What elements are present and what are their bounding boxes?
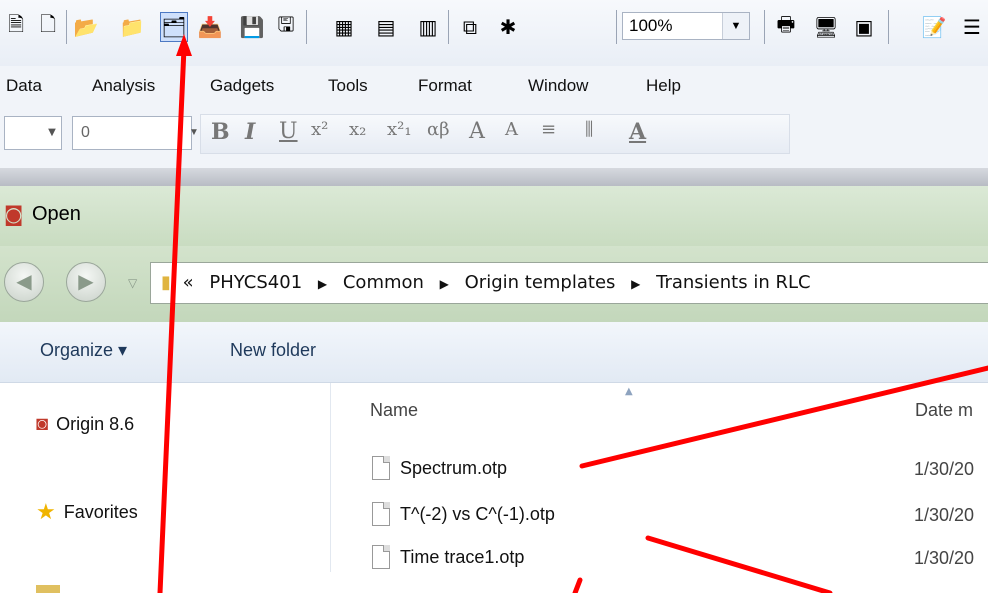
- organize-button[interactable]: Organize ▾: [40, 340, 127, 361]
- file-date: 1/30/20: [914, 548, 975, 568]
- toolbar-separator: [448, 10, 449, 44]
- dialog-titlebar: ◙ Open: [0, 186, 988, 246]
- origin-app-icon: ◙: [36, 413, 49, 435]
- zoom-select[interactable]: 100% ▼: [622, 12, 750, 40]
- format-buttons: B I U x² x₂ x²₁ αβ A A ≡ ⫼ A: [200, 114, 790, 154]
- menu-data[interactable]: Data: [6, 76, 42, 96]
- command-bar: Organize ▾ New folder: [0, 322, 988, 383]
- toolbar-separator: [616, 10, 617, 44]
- notes-icon[interactable]: 📝: [920, 12, 948, 42]
- open-folder-icon[interactable]: 📂: [72, 12, 100, 42]
- open-excel-icon[interactable]: 📁: [118, 12, 146, 42]
- toolbar-separator: [764, 10, 765, 44]
- superscript-icon[interactable]: x²: [311, 119, 328, 140]
- star-icon: ★: [36, 499, 56, 524]
- column-header-date[interactable]: Date m: [915, 400, 973, 421]
- file-name: Spectrum.otp: [400, 457, 508, 478]
- window-divider: [0, 168, 988, 186]
- file-icon: [372, 456, 390, 480]
- file-date: 1/30/20: [914, 459, 975, 479]
- back-button[interactable]: ◀: [4, 262, 44, 302]
- underline-icon[interactable]: U: [279, 119, 298, 144]
- menu-window[interactable]: Window: [528, 76, 588, 96]
- folder-icon: ▮: [161, 272, 171, 293]
- recalculate-icon[interactable]: ✱: [494, 12, 522, 42]
- folder-icon: [36, 585, 60, 593]
- import-icon[interactable]: 📥: [196, 12, 224, 42]
- save-template-icon[interactable]: 🖫: [272, 12, 300, 42]
- font-name-select[interactable]: ▼: [4, 116, 62, 150]
- file-name: T^(-2) vs C^(-1).otp: [400, 503, 555, 524]
- menu-bar: Data Analysis Gadgets Tools Format Windo…: [0, 66, 988, 108]
- font-color-icon[interactable]: A: [629, 119, 646, 145]
- font-size-value: 0: [81, 124, 90, 141]
- nav-item-origin[interactable]: ◙ Origin 8.6: [36, 413, 134, 436]
- file-row[interactable]: Time trace1.otp: [372, 545, 524, 569]
- decrease-font-icon[interactable]: A: [505, 119, 518, 140]
- chevron-down-icon[interactable]: ▼: [43, 117, 61, 149]
- main-toolbar: 🗎 🗋 📂 🗂 📁 📥 💾 🖫 ▦ ▤ ▥ ⧉ ✱ 100% ▼ 🖶 🖥 ▣ 📝…: [0, 0, 988, 67]
- print-icon[interactable]: 🖶: [772, 12, 800, 42]
- nav-item-label: Origin 8.6: [56, 414, 135, 434]
- breadcrumb-arrow-icon[interactable]: ▶: [631, 277, 640, 291]
- presentation-icon[interactable]: ▣: [850, 12, 878, 42]
- breadcrumb-prefix[interactable]: «: [183, 272, 194, 293]
- breadcrumb-common[interactable]: Common: [343, 272, 424, 293]
- increase-font-icon[interactable]: A: [469, 119, 485, 144]
- address-bar[interactable]: ▮ « PHYCS401 ▶ Common ▶ Origin templates…: [150, 262, 988, 304]
- chevron-down-icon[interactable]: ▼: [722, 13, 749, 39]
- menu-analysis[interactable]: Analysis: [92, 76, 155, 96]
- toolbar-separator: [306, 10, 307, 44]
- nav-item-label: Favorites: [63, 501, 138, 522]
- results-log-icon[interactable]: ☰: [958, 12, 986, 42]
- menu-help[interactable]: Help: [646, 76, 681, 96]
- toolbar-separator: [66, 10, 67, 44]
- sort-ascending-icon: ▲: [625, 386, 633, 397]
- align-left-icon[interactable]: ≡: [541, 119, 556, 140]
- breadcrumb-origin-templates[interactable]: Origin templates: [465, 272, 616, 293]
- file-icon: [372, 545, 390, 569]
- file-icon: [372, 502, 390, 526]
- new-graph-icon[interactable]: 🗋: [34, 12, 62, 42]
- new-project-icon[interactable]: 🗎: [2, 12, 30, 42]
- file-row[interactable]: Spectrum.otp: [372, 456, 507, 480]
- overlay-callout-box: [270, 572, 988, 593]
- menu-format[interactable]: Format: [418, 76, 472, 96]
- slideshow-icon[interactable]: 🖥: [812, 12, 840, 42]
- dialog-title: Open: [32, 203, 81, 225]
- italic-icon[interactable]: I: [245, 119, 255, 145]
- nav-item-favorites[interactable]: ★ Favorites: [36, 499, 138, 525]
- import-multiple-ascii-icon[interactable]: ▥: [414, 12, 442, 42]
- subscript-icon[interactable]: x₂: [349, 119, 366, 140]
- supersubscript-icon[interactable]: x²₁: [387, 119, 412, 140]
- origin-app-icon: ◙: [4, 202, 24, 226]
- column-header-name[interactable]: Name: [370, 400, 418, 421]
- address-row: ◀ ▶ ▽ ▮ « PHYCS401 ▶ Common ▶ Origin tem…: [0, 246, 988, 322]
- menu-gadgets[interactable]: Gadgets: [210, 76, 274, 96]
- open-template-icon[interactable]: 🗂: [160, 12, 188, 42]
- import-wizard-icon[interactable]: ▦: [330, 12, 358, 42]
- file-date: 1/30/20: [914, 505, 975, 525]
- forward-button[interactable]: ▶: [66, 262, 106, 302]
- new-folder-button[interactable]: New folder: [230, 340, 316, 361]
- breadcrumb-transients-in-rlc[interactable]: Transients in RLC: [656, 272, 810, 293]
- format-toolbar: ▼ 0 ▼ B I U x² x₂ x²₁ αβ A A ≡ ⫼ A: [0, 108, 988, 168]
- recent-locations-icon[interactable]: ▽: [128, 276, 137, 290]
- duplicate-icon[interactable]: ⧉: [456, 12, 484, 42]
- font-size-select[interactable]: 0 ▼: [72, 116, 199, 150]
- toolbar-separator: [888, 10, 889, 44]
- save-icon[interactable]: 💾: [238, 12, 266, 42]
- zoom-value: 100%: [629, 16, 673, 35]
- import-ascii-icon[interactable]: ▤: [372, 12, 400, 42]
- menu-tools[interactable]: Tools: [328, 76, 368, 96]
- greek-icon[interactable]: αβ: [427, 119, 450, 140]
- file-row[interactable]: T^(-2) vs C^(-1).otp: [372, 502, 555, 526]
- navigation-pane: ◙ Origin 8.6 ★ Favorites: [0, 383, 331, 593]
- breadcrumb-arrow-icon[interactable]: ▶: [440, 277, 449, 291]
- breadcrumb-phycs401[interactable]: PHYCS401: [209, 272, 302, 293]
- line-spacing-icon[interactable]: ⫼: [585, 119, 593, 140]
- breadcrumb-arrow-icon[interactable]: ▶: [318, 277, 327, 291]
- bold-icon[interactable]: B: [211, 119, 230, 145]
- file-name: Time trace1.otp: [400, 546, 525, 567]
